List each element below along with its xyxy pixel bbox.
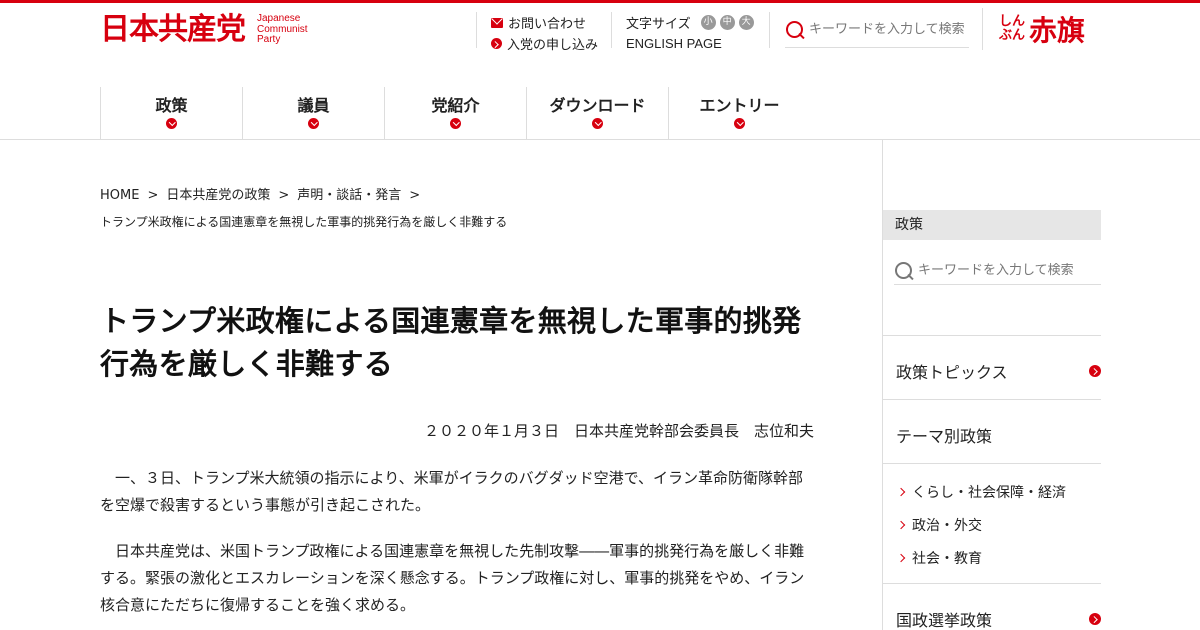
logo-en-line-2: Communist — [257, 23, 308, 35]
nav-item-label: 議員 — [297, 96, 330, 115]
arrow-right-circle-icon — [491, 38, 502, 49]
sidebar-divider — [883, 463, 1101, 464]
breadcrumb-separator: > — [409, 188, 421, 203]
nav-item-label: 政策 — [155, 96, 188, 115]
logo-en-line-3: Party — [257, 34, 281, 46]
logo-japanese-text: 日本共産党 — [100, 12, 246, 47]
article-body: 一、３日、トランプ米大統領の指示により、米軍がイラクのバグダッド空港で、イラン革… — [100, 465, 810, 630]
header-utility-links: お問い合わせ 入党の申し込み — [476, 12, 598, 53]
akahata-newspaper-link[interactable]: しん ぶん 赤旗 — [982, 8, 1085, 50]
sidebar-divider — [883, 583, 1101, 584]
nav-item-members[interactable]: 議員 — [242, 87, 384, 139]
font-size-large-button[interactable]: 大 — [738, 15, 754, 30]
header-search — [769, 12, 969, 48]
nav-item-about[interactable]: 党紹介 — [384, 87, 526, 139]
page-title: トランプ米政権による国連憲章を無視した軍事的挑発行為を厳しく非難する — [100, 304, 802, 381]
nav-item-entry[interactable]: エントリー — [668, 87, 810, 139]
nav-item-download[interactable]: ダウンロード — [526, 87, 668, 139]
nav-item-label: 党紹介 — [431, 96, 480, 115]
sidebar-subitem-politics[interactable]: 政治・外交 — [896, 515, 982, 535]
breadcrumb-current: トランプ米政権による国連憲章を無視した軍事的挑発行為を厳しく非難する — [100, 215, 508, 229]
chevron-down-icon — [308, 118, 319, 129]
chevron-down-icon — [592, 118, 603, 129]
sidebar-search — [894, 257, 1101, 285]
sidebar-search-input[interactable] — [918, 263, 1098, 278]
chevron-down-icon — [166, 118, 177, 129]
sidebar-subitem-livelihood[interactable]: くらし・社会保障・経済 — [896, 482, 1066, 502]
search-icon[interactable] — [785, 20, 805, 40]
join-party-link[interactable]: 入党の申し込み — [491, 33, 598, 54]
article-byline: ２０２０年１月３日 日本共産党幹部会委員長 志位和夫 — [423, 422, 814, 440]
sidebar-subitem-label: くらし・社会保障・経済 — [912, 485, 1066, 501]
font-size-label: 文字サイズ — [626, 17, 691, 32]
font-size-controls: 文字サイズ 小 中 大 ENGLISH PAGE — [611, 12, 754, 51]
sidebar-item-label: 国政選挙政策 — [896, 611, 993, 630]
sidebar-item-label: 政策トピックス — [896, 363, 1008, 382]
breadcrumb-separator: > — [147, 188, 159, 203]
article-paragraph: 一、３日、トランプ米大統領の指示により、米軍がイラクのバグダッド空港で、イラン革… — [100, 469, 804, 514]
font-size-medium-button[interactable]: 中 — [719, 15, 735, 30]
mail-icon — [491, 17, 503, 28]
chevron-down-icon — [734, 118, 745, 129]
sidebar-item-election-policy[interactable]: 国政選挙政策 — [896, 607, 1101, 630]
sidebar-subitem-label: 政治・外交 — [912, 518, 982, 534]
english-page-link[interactable]: ENGLISH PAGE — [626, 33, 754, 54]
top-accent-line — [0, 0, 1200, 3]
contact-link[interactable]: お問い合わせ — [491, 12, 598, 33]
logo-english-text: Japanese Communist Party — [257, 14, 308, 46]
akahata-reading-1: しん — [999, 14, 1026, 29]
sidebar-item-theme-policy[interactable]: テーマ別政策 — [896, 423, 1101, 447]
sidebar-subitem-society[interactable]: 社会・教育 — [896, 548, 982, 568]
article-paragraph: 日本共産党は、米国トランプ政権による国連憲章を無視した先制攻撃――軍事的挑発行為… — [100, 542, 805, 614]
sidebar-divider — [883, 399, 1101, 400]
site-logo[interactable]: 日本共産党 Japanese Communist Party — [100, 14, 308, 46]
breadcrumb-home[interactable]: HOME — [100, 188, 139, 203]
nav-item-label: エントリー — [699, 96, 780, 115]
arrow-right-circle-icon — [1089, 365, 1101, 377]
arrow-right-circle-icon — [1089, 613, 1101, 625]
breadcrumb: HOME > 日本共産党の政策 > 声明・談話・発言 > トランプ米政権による国連憲章を無… — [100, 183, 820, 235]
join-party-link-label: 入党の申し込み — [507, 38, 599, 53]
nav-item-policy[interactable]: 政策 — [100, 87, 242, 139]
contact-link-label: お問い合わせ — [508, 17, 587, 32]
sidebar-subitem-label: 社会・教育 — [912, 551, 982, 567]
chevron-right-icon — [896, 553, 906, 563]
logo-en-line-1: Japanese — [257, 13, 301, 25]
sidebar-heading: 政策 — [883, 210, 1101, 240]
header-search-input[interactable] — [809, 22, 969, 37]
akahata-logo-text: 赤旗 — [1029, 14, 1086, 47]
chevron-right-icon — [896, 487, 906, 497]
chevron-right-icon — [896, 520, 906, 530]
chevron-down-icon — [450, 118, 461, 129]
search-icon[interactable] — [894, 261, 914, 281]
sidebar: 政策 政策トピックス テーマ別政策 くらし・社会保障・経済 政治・外交 社会・教… — [882, 140, 1101, 630]
nav-item-label: ダウンロード — [549, 96, 646, 115]
main-navigation: 政策 議員 党紹介 ダウンロード エントリー — [100, 87, 810, 139]
sidebar-item-policy-topics[interactable]: 政策トピックス — [896, 359, 1101, 383]
breadcrumb-statements[interactable]: 声明・談話・発言 — [297, 188, 401, 203]
sidebar-item-label: テーマ別政策 — [896, 427, 993, 446]
font-size-small-button[interactable]: 小 — [700, 15, 716, 30]
sidebar-divider — [883, 335, 1101, 336]
breadcrumb-separator: > — [278, 188, 290, 203]
akahata-reading: しん ぶん — [999, 15, 1025, 43]
akahata-reading-2: ぶん — [999, 28, 1026, 43]
breadcrumb-policy[interactable]: 日本共産党の政策 — [166, 188, 270, 203]
